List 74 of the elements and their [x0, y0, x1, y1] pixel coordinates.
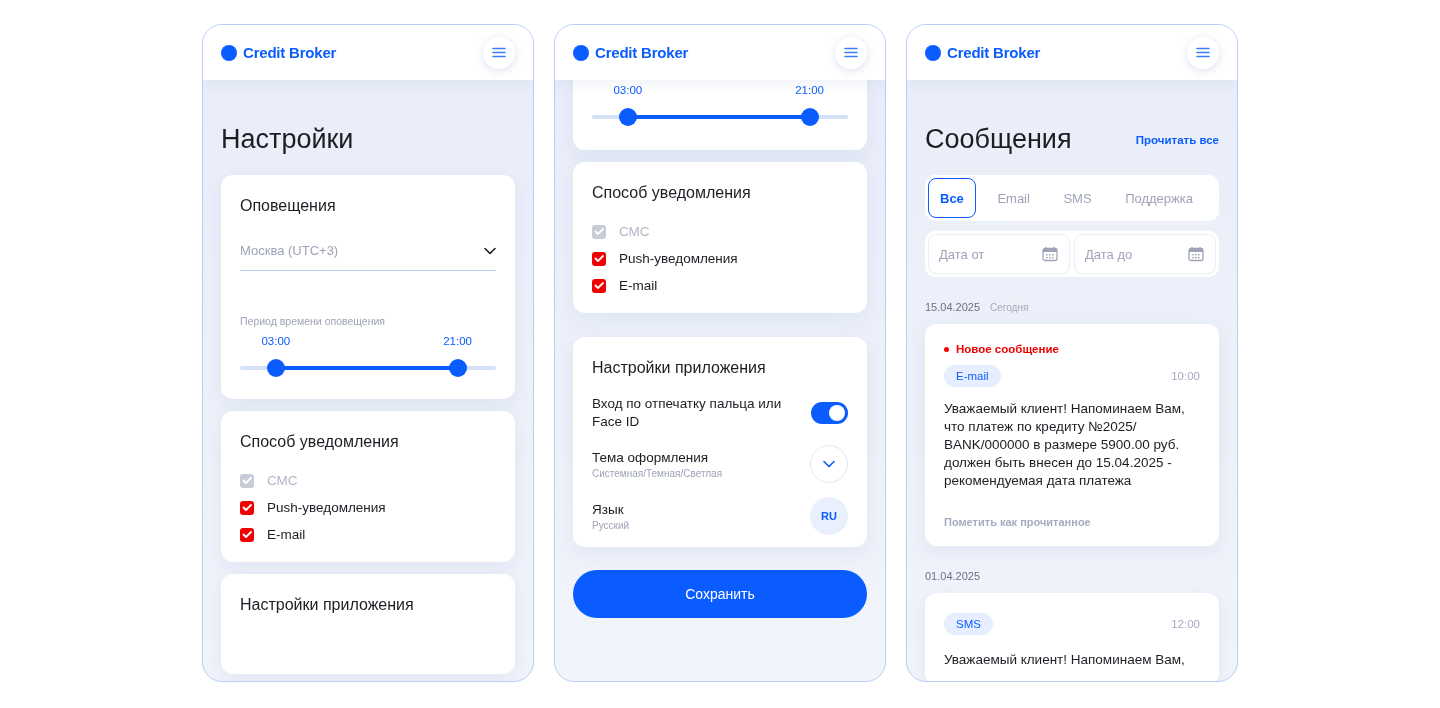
- mark-read-link[interactable]: Пометить как прочитанное: [944, 516, 1091, 528]
- field-label: Период времени оповещения: [240, 315, 387, 327]
- option-label: СМС: [619, 224, 650, 239]
- checkbox[interactable]: [240, 500, 254, 515]
- save-button[interactable]: Сохранить: [573, 570, 867, 618]
- card-title: Способ уведомления: [592, 184, 752, 202]
- setting-label: Вход по отпечатку пальца или Face ID: [592, 395, 782, 431]
- slider-thumb[interactable]: [266, 359, 285, 377]
- new-message-label: Новое сообщение: [956, 343, 1059, 355]
- message-text: Уважаемый клиент! Напоминаем Вам, что платеж по кредиту №2025/ BANK/000000 в размере 5900.00 руб. должен быть внесен до 15.04.2025 - рекомендуемая дата платежа: [944, 400, 1186, 490]
- checkbox[interactable]: [592, 251, 606, 266]
- logo-icon: [573, 44, 589, 61]
- date-field[interactable]: Дата до: [1074, 234, 1216, 274]
- brand-name: Credit Broker: [595, 44, 689, 61]
- chevron-down-icon: [823, 460, 835, 468]
- setting-hint: Системная/Темная/Светлая: [592, 468, 723, 479]
- page-title: Настройки: [221, 124, 354, 155]
- setting-label: Язык: [592, 501, 625, 519]
- check-icon: [593, 281, 605, 290]
- setting-label: Тема оформления: [592, 449, 710, 467]
- slider-thumb[interactable]: [800, 108, 819, 126]
- menu-icon: [1196, 47, 1210, 58]
- date-note: Сегодня: [990, 302, 1029, 313]
- card-title: Оповещения: [240, 197, 337, 215]
- slider-value: 21:00: [443, 335, 472, 347]
- brand-name: Credit Broker: [243, 44, 337, 61]
- filter-tab[interactable]: Поддержка: [1113, 178, 1205, 218]
- filter-tab[interactable]: Email: [985, 178, 1042, 218]
- language-button[interactable]: RU: [810, 497, 848, 535]
- page-title: Сообщения: [925, 124, 1072, 155]
- date-label: 15.04.2025: [925, 301, 981, 313]
- message-time: 12:00: [1171, 618, 1200, 630]
- slider-value: 21:00: [795, 84, 824, 96]
- logo-icon: [925, 44, 941, 61]
- calendar-icon[interactable]: [1188, 246, 1204, 262]
- option-label: СМС: [267, 473, 298, 488]
- date-label: 01.04.2025: [925, 570, 981, 582]
- option-label: Push-уведомления: [267, 500, 386, 515]
- message-time: 10:00: [1171, 370, 1200, 382]
- read-all-link[interactable]: Прочитать все: [1135, 133, 1219, 146]
- slider-thumb[interactable]: [618, 108, 637, 126]
- message-text: Уважаемый клиент! Напоминаем Вам,: [944, 651, 1186, 669]
- brand-name: Credit Broker: [947, 44, 1041, 61]
- checkbox[interactable]: [240, 527, 254, 542]
- filter-tab[interactable]: Все: [928, 178, 976, 218]
- option-label: E-mail: [267, 527, 306, 542]
- chevron-down-icon: [484, 246, 496, 255]
- calendar-icon[interactable]: [1042, 246, 1058, 262]
- channel-tag: SMS: [944, 613, 993, 635]
- logo-icon: [221, 44, 237, 61]
- setting-hint: Русский: [592, 520, 630, 531]
- menu-button[interactable]: [483, 36, 515, 69]
- slider-value: 03:00: [261, 335, 291, 347]
- unread-dot: [944, 346, 949, 352]
- option-label: E-mail: [619, 278, 658, 293]
- menu-icon: [492, 47, 506, 58]
- date-field[interactable]: Дата от: [928, 234, 1070, 274]
- menu-icon: [844, 47, 858, 58]
- check-icon: [241, 530, 253, 539]
- channel-tag: E-mail: [944, 365, 1001, 387]
- check-icon: [593, 254, 605, 263]
- card-title: Настройки приложения: [592, 359, 767, 377]
- timezone-select[interactable]: Москва (UTC+3): [240, 243, 496, 271]
- card-title: Настройки приложения: [240, 596, 415, 614]
- menu-button[interactable]: [1187, 36, 1219, 69]
- slider-value: 03:00: [613, 84, 643, 96]
- slider-thumb[interactable]: [448, 359, 467, 377]
- filter-tab[interactable]: SMS: [1051, 178, 1104, 218]
- checkbox[interactable]: [592, 278, 606, 293]
- check-icon: [241, 503, 253, 512]
- option-label: Push-уведомления: [619, 251, 738, 266]
- toggle-switch[interactable]: [811, 402, 848, 424]
- menu-button[interactable]: [835, 36, 867, 69]
- card-title: Способ уведомления: [240, 433, 400, 451]
